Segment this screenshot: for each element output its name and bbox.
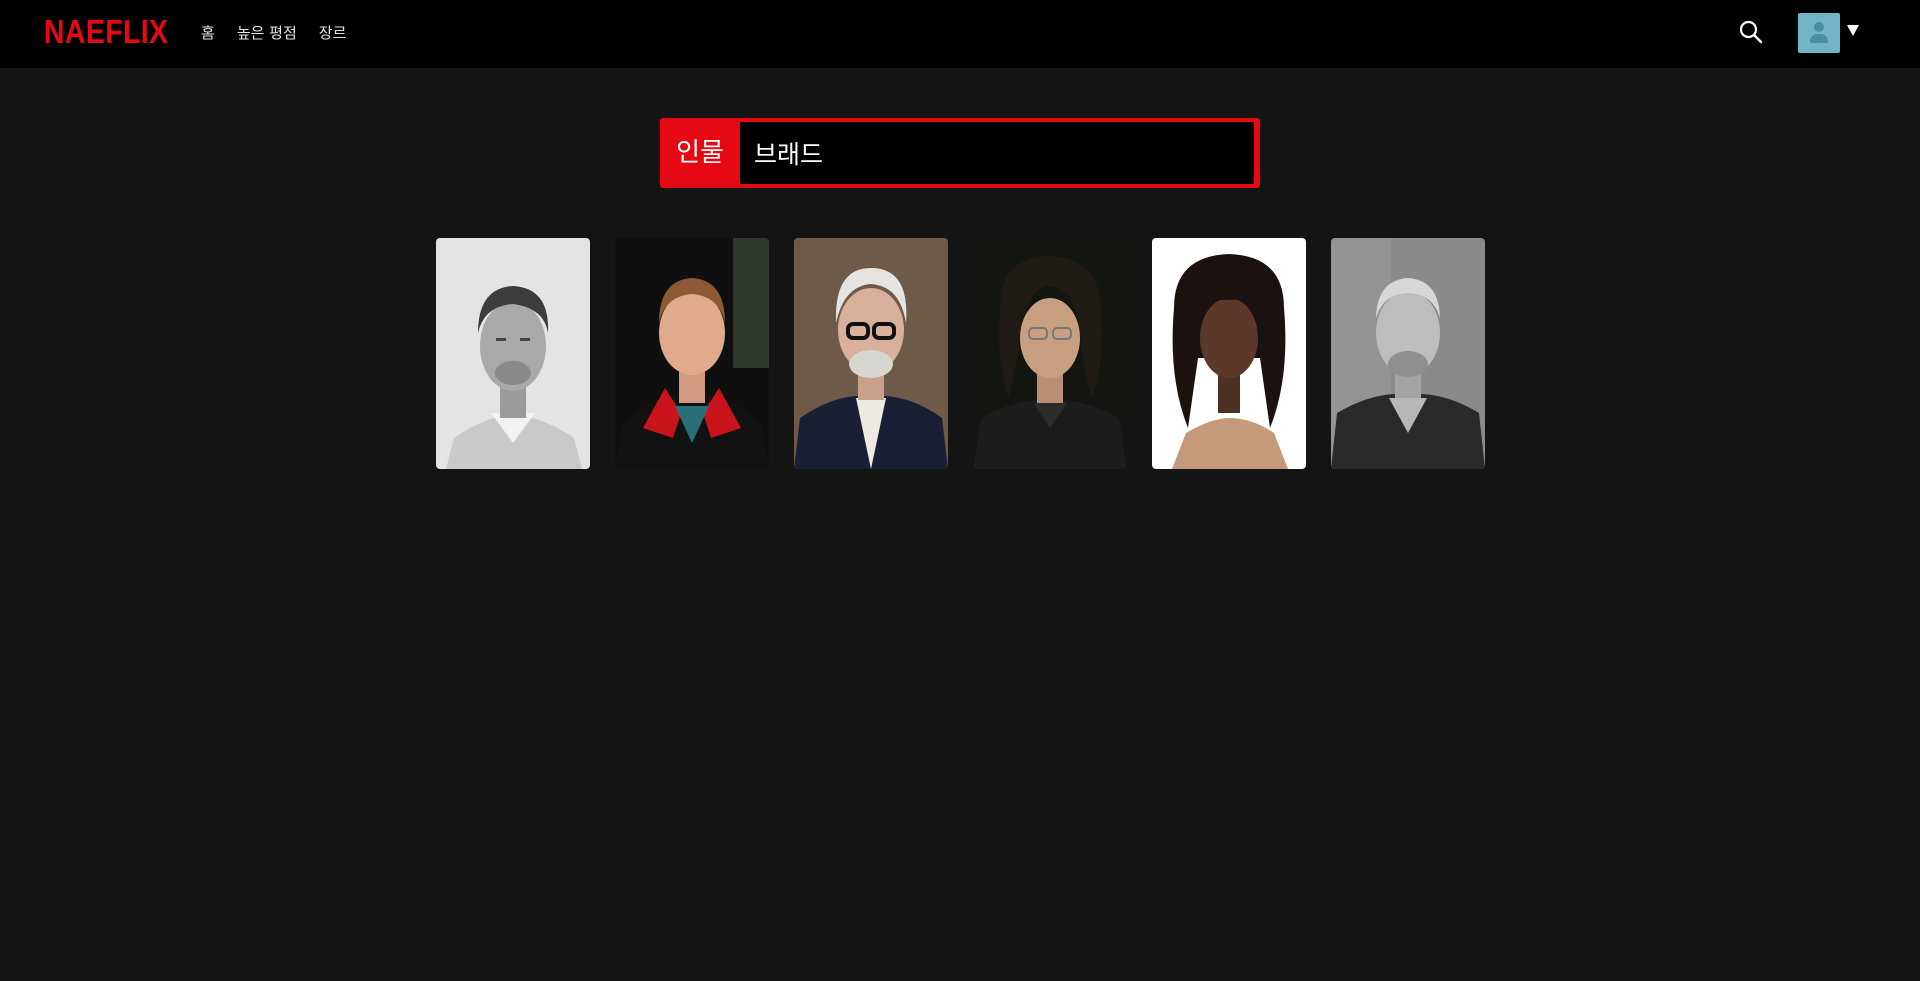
caret-down-icon[interactable] (1847, 25, 1859, 36)
person-photo (1331, 238, 1485, 469)
nav-links: 홈 높은 평점 장르 (201, 22, 346, 44)
nav-link-home[interactable]: 홈 (201, 22, 215, 44)
person-photo (794, 238, 948, 469)
search-type-selector[interactable]: 인물 (660, 118, 740, 188)
person-card[interactable] (794, 238, 948, 469)
top-navbar: NAEFLIX 홈 높은 평점 장르 (0, 0, 1920, 68)
person-card[interactable] (436, 238, 590, 469)
person-card[interactable] (1331, 238, 1485, 469)
avatar-body (1810, 34, 1828, 43)
people-search-box: 인물 (660, 118, 1260, 188)
person-card[interactable] (973, 238, 1127, 469)
nav-link-top-rated[interactable]: 높은 평점 (237, 22, 297, 44)
person-photo (615, 238, 769, 469)
person-photo (1152, 238, 1306, 469)
person-card[interactable] (615, 238, 769, 469)
person-results (436, 238, 1485, 469)
person-card[interactable] (1152, 238, 1306, 469)
avatar-icon[interactable] (1798, 13, 1840, 53)
search-input[interactable] (740, 122, 1254, 184)
person-photo (973, 238, 1127, 469)
nav-link-genre[interactable]: 장르 (319, 22, 347, 44)
search-icon[interactable] (1738, 19, 1764, 45)
avatar-head (1814, 22, 1824, 32)
person-photo (436, 238, 590, 469)
naeflix-logo[interactable]: NAEFLIX (44, 12, 168, 52)
